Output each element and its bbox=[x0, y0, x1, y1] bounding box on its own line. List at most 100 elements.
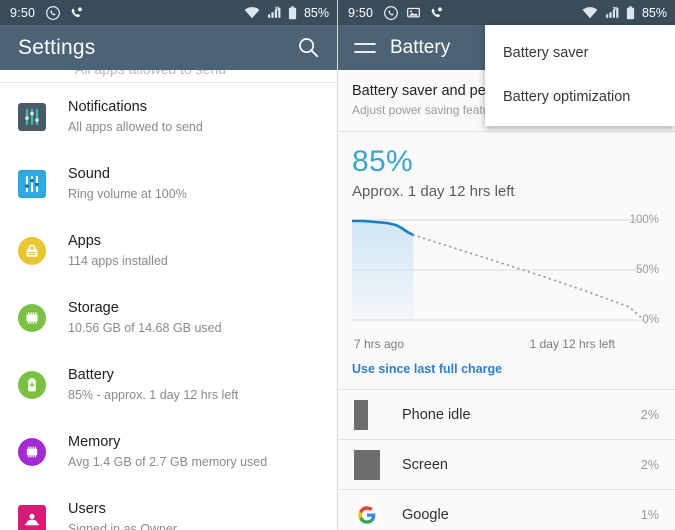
status-bar-right: 9:50 85% bbox=[338, 0, 675, 25]
use-since-last-full-charge-link[interactable]: Use since last full charge bbox=[352, 362, 502, 376]
battery-summary: 85% Approx. 1 day 12 hrs left 100% 50% 0… bbox=[338, 132, 675, 351]
sound-text: Sound Ring volume at 100% bbox=[68, 165, 187, 203]
battery-estimate: Approx. 1 day 12 hrs left bbox=[352, 183, 515, 200]
sidebar-item-subtitle: Ring volume at 100% bbox=[68, 186, 187, 201]
bar-icon-medium bbox=[354, 449, 380, 480]
chart-y-axis-labels: 100% 50% 0% bbox=[619, 214, 661, 332]
storage-icon bbox=[18, 303, 46, 332]
google-logo-icon bbox=[354, 501, 380, 528]
sidebar-item-notifications[interactable]: Notifications All apps allowed to send bbox=[0, 83, 337, 150]
sidebar-item-subtitle: Avg 1.4 GB of 2.7 GB memory used bbox=[68, 454, 268, 469]
status-bar-notification-icons bbox=[384, 5, 443, 20]
sidebar-item-sound[interactable]: Sound Ring volume at 100% bbox=[0, 150, 337, 217]
sidebar-item-subtitle: All apps allowed to send bbox=[68, 119, 203, 134]
usage-item-percent: 1% bbox=[640, 507, 659, 522]
battery-icon bbox=[18, 370, 46, 399]
status-bar-battery-percent: 85% bbox=[641, 5, 667, 20]
sidebar-item-memory[interactable]: Memory Avg 1.4 GB of 2.7 GB memory used bbox=[0, 418, 337, 485]
chart-x-axis-labels: 7 hrs ago 1 day 12 hrs left bbox=[352, 332, 661, 351]
search-icon bbox=[299, 38, 319, 58]
notifications-text: Notifications All apps allowed to send bbox=[68, 98, 203, 136]
signal-icon bbox=[267, 6, 281, 18]
sidebar-item-label: Apps bbox=[68, 232, 102, 249]
usage-item-label: Google bbox=[402, 506, 449, 523]
storage-icon-wrap bbox=[18, 303, 62, 332]
hamburger-menu-icon bbox=[354, 42, 376, 53]
battery-icon bbox=[626, 5, 635, 19]
phone-call-icon bbox=[431, 7, 443, 17]
sidebar-item-label: Sound bbox=[68, 165, 110, 182]
apps-icon bbox=[18, 236, 46, 265]
sound-icon bbox=[18, 169, 46, 198]
sidebar-item-subtitle: Signed in as Owner bbox=[68, 521, 178, 530]
status-bar-notification-icons bbox=[46, 5, 83, 20]
menu-item-battery-optimization[interactable]: Battery optimization bbox=[485, 75, 675, 119]
usage-row-phone-idle[interactable]: Phone idle 2% bbox=[338, 389, 675, 439]
battery-settings-icon-wrap bbox=[18, 370, 62, 399]
sound-icon-wrap bbox=[18, 169, 62, 198]
google-icon-wrap bbox=[354, 501, 400, 528]
battery-chart-svg bbox=[352, 219, 644, 321]
usage-row-screen[interactable]: Screen 2% bbox=[338, 439, 675, 489]
menu-item-battery-saver[interactable]: Battery saver bbox=[485, 31, 675, 75]
phone-call-icon bbox=[71, 7, 83, 17]
battery-history-chart: 100% 50% 0% bbox=[352, 214, 661, 332]
whatsapp-icon bbox=[46, 5, 60, 20]
apps-text: Apps 114 apps installed bbox=[68, 232, 168, 270]
settings-title-wrap: Settings bbox=[0, 36, 109, 60]
usage-item-label: Phone idle bbox=[402, 406, 471, 423]
settings-list: Notifications All apps allowed to send S… bbox=[0, 83, 337, 530]
memory-icon-wrap bbox=[18, 437, 62, 466]
sidebar-item-label: Users bbox=[68, 500, 106, 517]
page-title: Settings bbox=[18, 35, 96, 59]
sidebar-item-subtitle: 85% - approx. 1 day 12 hrs left bbox=[68, 387, 239, 402]
sidebar-item-label: Storage bbox=[68, 299, 119, 316]
settings-app-bar: Settings bbox=[0, 25, 337, 70]
usage-item-percent: 2% bbox=[640, 407, 659, 422]
sidebar-item-users[interactable]: Users Signed in as Owner bbox=[0, 485, 337, 530]
status-bar-system-icons: 85% bbox=[582, 6, 667, 20]
status-bar-left: 9:50 85% bbox=[0, 0, 337, 25]
hamburger-menu-button[interactable] bbox=[338, 40, 390, 56]
sidebar-item-battery[interactable]: Battery 85% - approx. 1 day 12 hrs left bbox=[0, 351, 337, 418]
scrolled-off-row: All apps allowed to send bbox=[0, 70, 337, 83]
battery-usage-list: Phone idle 2% Screen 2% Google 1% bbox=[338, 389, 675, 530]
sidebar-item-label: Memory bbox=[68, 433, 121, 450]
sidebar-item-storage[interactable]: Storage 10.56 GB of 14.68 GB used bbox=[0, 284, 337, 351]
sidebar-item-label: Battery bbox=[68, 366, 114, 383]
sidebar-item-subtitle: 10.56 GB of 14.68 GB used bbox=[68, 320, 222, 335]
battery-percent-readout: 85% bbox=[352, 145, 413, 178]
split-screen-root: 9:50 85% Settings Notifications All apps… bbox=[0, 0, 675, 530]
notifications-icon bbox=[18, 102, 46, 131]
sidebar-item-label: Notifications bbox=[68, 98, 147, 115]
usage-row-google[interactable]: Google 1% bbox=[338, 489, 675, 530]
settings-pane: 9:50 85% Settings Notifications All apps… bbox=[0, 0, 337, 530]
scrolled-off-text: All apps allowed to send bbox=[75, 70, 226, 77]
use-since-charge-row: Use since last full charge bbox=[338, 351, 675, 389]
screen-icon-wrap bbox=[354, 449, 400, 480]
sidebar-item-subtitle: 114 apps installed bbox=[68, 253, 168, 268]
sidebar-item-apps[interactable]: Apps 114 apps installed bbox=[0, 217, 337, 284]
memory-icon bbox=[18, 437, 46, 466]
overflow-dropdown-menu: Battery saver Battery optimization bbox=[485, 25, 675, 126]
battery-icon bbox=[288, 5, 297, 19]
page-title: Battery bbox=[390, 36, 451, 58]
bar-icon-small bbox=[354, 399, 368, 430]
notifications-icon-wrap bbox=[18, 102, 62, 131]
status-bar-clock: 9:50 bbox=[348, 5, 374, 20]
chart-ytick-100: 100% bbox=[629, 214, 659, 226]
users-icon bbox=[18, 504, 46, 530]
status-bar-battery-percent: 85% bbox=[303, 5, 329, 20]
chart-ytick-50: 50% bbox=[635, 264, 659, 276]
chart-xlabel-start: 7 hrs ago bbox=[354, 337, 405, 351]
usage-item-label: Screen bbox=[402, 456, 448, 473]
image-icon bbox=[407, 7, 420, 18]
storage-text: Storage 10.56 GB of 14.68 GB used bbox=[68, 299, 222, 337]
memory-text: Memory Avg 1.4 GB of 2.7 GB memory used bbox=[68, 433, 267, 471]
battery-text: Battery 85% - approx. 1 day 12 hrs left bbox=[68, 366, 238, 404]
chart-ytick-0: 0% bbox=[642, 314, 659, 326]
status-bar-system-icons: 85% bbox=[244, 6, 329, 20]
status-bar-clock: 9:50 bbox=[10, 5, 36, 20]
search-button[interactable] bbox=[280, 37, 337, 58]
chart-xlabel-end: 1 day 12 hrs left bbox=[529, 337, 615, 351]
